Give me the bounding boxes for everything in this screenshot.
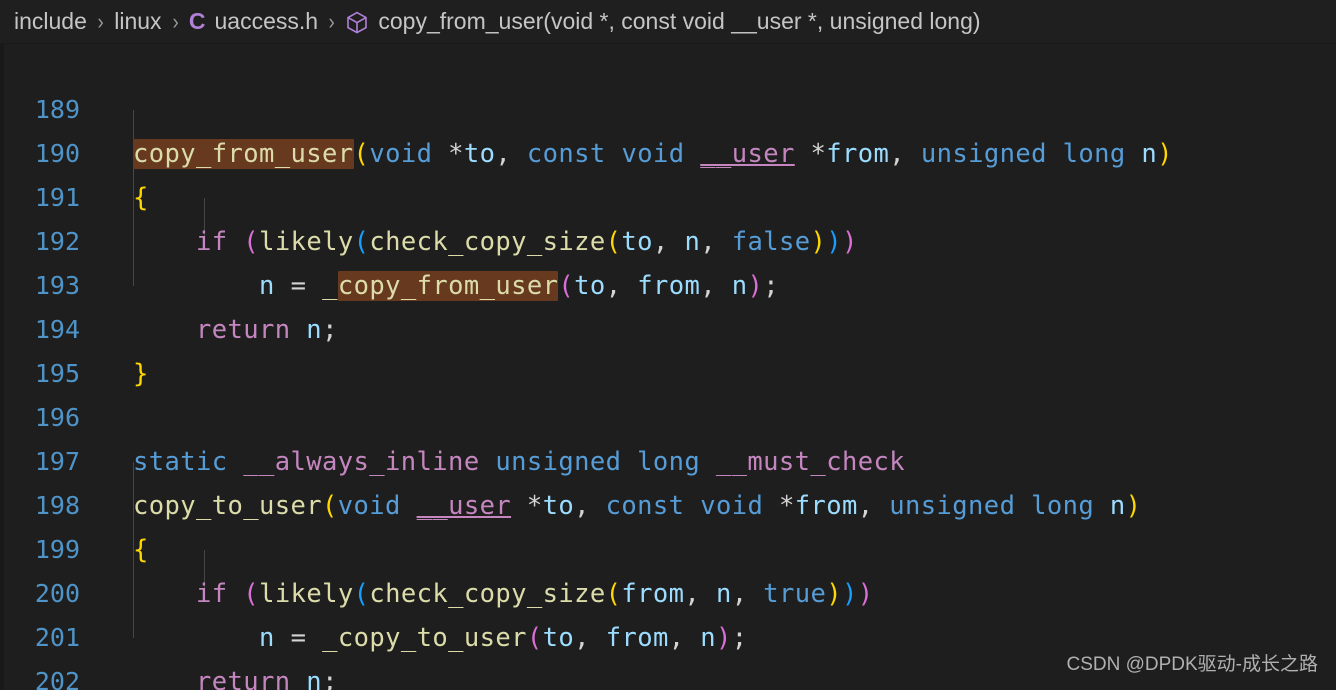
- symbol-cube-icon: [345, 10, 369, 35]
- breadcrumb-item-label: copy_from_user(void *, const void __user…: [378, 8, 981, 34]
- breadcrumb[interactable]: include › linux › C uaccess.h › copy_fro…: [0, 0, 1336, 44]
- code-line[interactable]: 190 {: [0, 88, 1336, 213]
- code-line[interactable]: 191 if (likely(check_copy_size(to, n, fa…: [0, 132, 1336, 257]
- code-line[interactable]: 193 return n;: [0, 220, 1336, 345]
- breadcrumb-separator: ›: [172, 8, 179, 34]
- code-line[interactable]: 195: [0, 308, 1336, 388]
- code-line[interactable]: 197 copy_to_user(void __user *to, const …: [0, 396, 1336, 521]
- breadcrumb-item-label: uaccess.h: [214, 8, 319, 34]
- code-line[interactable]: 198 {: [0, 440, 1336, 565]
- code-line[interactable]: 200 n = _copy_to_user(to, from, n);: [0, 528, 1336, 653]
- breadcrumb-item-linux[interactable]: linux: [114, 10, 161, 33]
- code-line[interactable]: 192 n = _copy_from_user(to, from, n);: [0, 176, 1336, 301]
- code-line[interactable]: 201 return n;: [0, 572, 1336, 690]
- code-line[interactable]: 199 if (likely(check_copy_size(from, n, …: [0, 484, 1336, 609]
- watermark: CSDN @DPDK驱动-成长之路: [1066, 654, 1318, 675]
- breadcrumb-item-uaccess-h[interactable]: C uaccess.h: [189, 10, 318, 33]
- code-editor[interactable]: 189 copy_from_user(void *to, const void …: [0, 44, 1336, 690]
- breadcrumb-separator: ›: [97, 8, 104, 34]
- breadcrumb-item-label: linux: [114, 8, 162, 34]
- breadcrumb-item-symbol[interactable]: copy_from_user(void *, const void __user…: [345, 8, 981, 35]
- code-line[interactable]: 189 copy_from_user(void *to, const void …: [0, 44, 1336, 169]
- code-line[interactable]: 194 }: [0, 264, 1336, 389]
- breadcrumb-item-include[interactable]: include: [14, 10, 87, 33]
- breadcrumb-item-label: include: [14, 8, 87, 34]
- code-line[interactable]: 196 static __always_inline unsigned long…: [0, 352, 1336, 477]
- breadcrumb-separator: ›: [328, 8, 335, 34]
- c-file-icon: C: [188, 8, 206, 34]
